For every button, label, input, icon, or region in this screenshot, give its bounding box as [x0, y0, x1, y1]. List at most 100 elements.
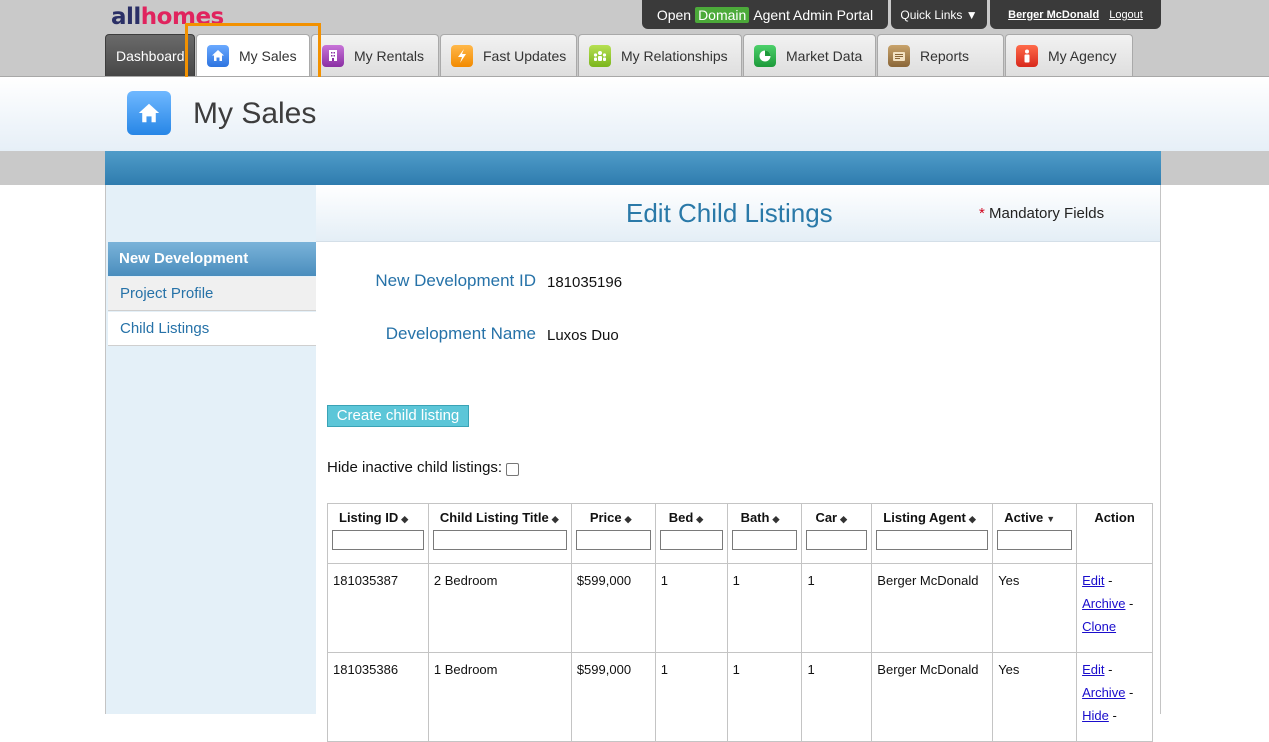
column-active[interactable]: Active ▼ — [992, 503, 1078, 564]
filter-input-bed[interactable] — [659, 530, 723, 550]
sort-icon: ◆ — [968, 514, 976, 524]
edit-link[interactable]: Edit — [1082, 573, 1104, 588]
content-container: New Development Project Profile Child Li… — [105, 185, 1161, 742]
column-listing-id[interactable]: Listing ID ◆ — [327, 503, 429, 564]
filter-input-agent[interactable] — [876, 530, 989, 550]
table-header-row: Listing ID ◆ Child Listing Title ◆ Price ◆ … — [327, 503, 1153, 564]
edit-link[interactable]: Edit — [1082, 662, 1104, 677]
child-listings-table: Listing ID ◆ Child Listing Title ◆ Price ◆ … — [327, 503, 1153, 742]
cell-listing-id: 181035387 — [327, 563, 429, 653]
cell-agent: Berger McDonald — [871, 652, 994, 742]
allhomes-logo[interactable]: allhomes — [111, 2, 224, 32]
sidebar-section-new-development: New Development — [108, 242, 316, 276]
filter-input-listing-id[interactable] — [332, 530, 424, 550]
people-icon — [589, 44, 611, 67]
column-action: Action — [1076, 503, 1153, 564]
reports-icon — [888, 44, 910, 67]
title-bar: Edit Child Listings * Mandatory Fields — [316, 185, 1160, 242]
building-icon — [322, 44, 344, 67]
cell-active: Yes — [992, 652, 1078, 742]
mandatory-star: * — [979, 205, 985, 222]
cell-bed: 1 — [654, 563, 728, 653]
new-development-id-value: 181035196 — [547, 274, 623, 291]
sort-desc-icon: ▼ — [1046, 514, 1056, 524]
cell-bath: 1 — [726, 563, 803, 653]
clone-link[interactable]: Clone — [1082, 619, 1116, 634]
create-child-listing-button[interactable]: Create child listing — [327, 405, 469, 427]
quick-links-dropdown[interactable]: Quick Links ▼ — [891, 0, 987, 29]
home-icon — [127, 91, 171, 135]
hide-inactive-checkbox[interactable] — [506, 462, 520, 476]
table-row: 181035387 2 Bedroom $599,000 1 1 1 Berge… — [327, 563, 1153, 653]
filter-input-active[interactable] — [997, 530, 1073, 550]
section-bar — [0, 151, 1269, 185]
portal-bar: Open Domain Agent Admin Portal Quick Lin… — [642, 0, 1161, 29]
cell-car: 1 — [801, 652, 873, 742]
filter-input-title[interactable] — [432, 530, 567, 550]
hide-inactive-label: Hide inactive child listings: — [327, 459, 503, 476]
cell-car: 1 — [801, 563, 873, 653]
cell-actions: Edit - Archive - Hide - — [1076, 652, 1153, 742]
cell-listing-id: 181035386 — [327, 652, 429, 742]
panel-title: Edit Child Listings — [626, 198, 833, 228]
cell-bath: 1 — [726, 652, 803, 742]
sidebar: New Development Project Profile Child Li… — [106, 185, 316, 714]
column-child-listing-title[interactable]: Child Listing Title ◆ — [427, 503, 572, 564]
tab-dashboard[interactable]: Dashboard — [105, 34, 195, 76]
mandatory-fields-note: * Mandatory Fields — [979, 205, 1105, 222]
sidebar-item-project-profile[interactable]: Project Profile — [108, 277, 316, 311]
cell-title: 2 Bedroom — [427, 563, 572, 653]
filter-input-car[interactable] — [806, 530, 868, 550]
sort-icon: ◆ — [696, 514, 704, 524]
cell-price: $599,000 — [570, 563, 656, 653]
hide-link[interactable]: Hide — [1082, 708, 1109, 723]
cell-title: 1 Bedroom — [427, 652, 572, 742]
development-name-label: Development Name — [385, 324, 536, 343]
tab-my-sales[interactable]: My Sales — [196, 34, 310, 76]
sort-icon: ◆ — [624, 514, 632, 524]
tab-my-rentals[interactable]: My Rentals — [311, 34, 439, 76]
cell-bed: 1 — [654, 652, 728, 742]
tab-my-agency[interactable]: My Agency — [1005, 34, 1133, 76]
column-bath[interactable]: Bath ◆ — [726, 503, 803, 564]
filter-input-price[interactable] — [575, 530, 651, 550]
table-row: 181035386 1 Bedroom $599,000 1 1 1 Berge… — [327, 652, 1153, 742]
column-bed[interactable]: Bed ◆ — [654, 503, 728, 564]
cell-actions: Edit - Archive - Clone — [1076, 563, 1153, 653]
new-development-id-label: New Development ID — [375, 271, 536, 290]
sidebar-item-child-listings[interactable]: Child Listings — [108, 312, 316, 346]
user-box: Berger McDonald Logout — [990, 0, 1161, 29]
sort-icon: ◆ — [840, 514, 848, 524]
filter-input-bath[interactable] — [731, 530, 798, 550]
archive-link[interactable]: Archive — [1082, 596, 1125, 611]
cell-price: $599,000 — [570, 652, 656, 742]
tab-fast-updates[interactable]: Fast Updates — [440, 34, 577, 76]
column-car[interactable]: Car ◆ — [801, 503, 873, 564]
sort-icon: ◆ — [401, 514, 409, 524]
main-tabs: Dashboard My Sales My Rentals Fast Updat… — [105, 34, 1134, 76]
column-price[interactable]: Price ◆ — [570, 503, 656, 564]
section-bar-fill — [105, 151, 1161, 185]
archive-link[interactable]: Archive — [1082, 685, 1125, 700]
tab-market-data[interactable]: Market Data — [743, 34, 876, 76]
development-name-value: Luxos Duo — [547, 327, 619, 344]
cell-agent: Berger McDonald — [871, 563, 994, 653]
tab-my-relationships[interactable]: My Relationships — [578, 34, 742, 76]
tab-reports[interactable]: Reports — [877, 34, 1004, 76]
user-name-link[interactable]: Berger McDonald — [1008, 9, 1099, 21]
top-navigation-bar: allhomes Open Domain Agent Admin Portal … — [0, 0, 1269, 77]
pie-chart-icon — [754, 44, 776, 67]
main-panel: Edit Child Listings * Mandatory Fields N… — [316, 185, 1160, 742]
home-icon — [207, 44, 229, 67]
sort-icon: ◆ — [772, 514, 780, 524]
cell-active: Yes — [992, 563, 1078, 653]
lightning-icon — [451, 44, 473, 67]
page-header: My Sales — [0, 77, 1269, 151]
sort-icon: ◆ — [551, 514, 559, 524]
open-agent-admin-portal-button[interactable]: Open Domain Agent Admin Portal — [642, 0, 888, 29]
hide-inactive-row: Hide inactive child listings: — [327, 459, 520, 476]
agency-icon — [1016, 44, 1038, 67]
logout-link[interactable]: Logout — [1109, 9, 1143, 21]
column-listing-agent[interactable]: Listing Agent ◆ — [871, 503, 994, 564]
domain-badge: Domain — [695, 6, 750, 23]
